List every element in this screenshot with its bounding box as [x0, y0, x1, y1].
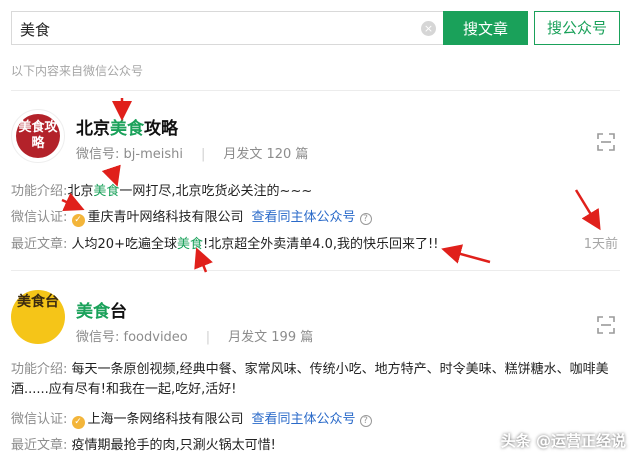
- annotation-arrow: [574, 189, 601, 231]
- annotation-arrows: [61, 98, 601, 273]
- annotation-arrow: [101, 164, 121, 187]
- annotation-arrow: [194, 247, 213, 273]
- watermark: 头条 @运营正经说: [500, 432, 626, 450]
- annotation-arrow: [61, 192, 85, 212]
- annotation-arrow: [441, 244, 491, 264]
